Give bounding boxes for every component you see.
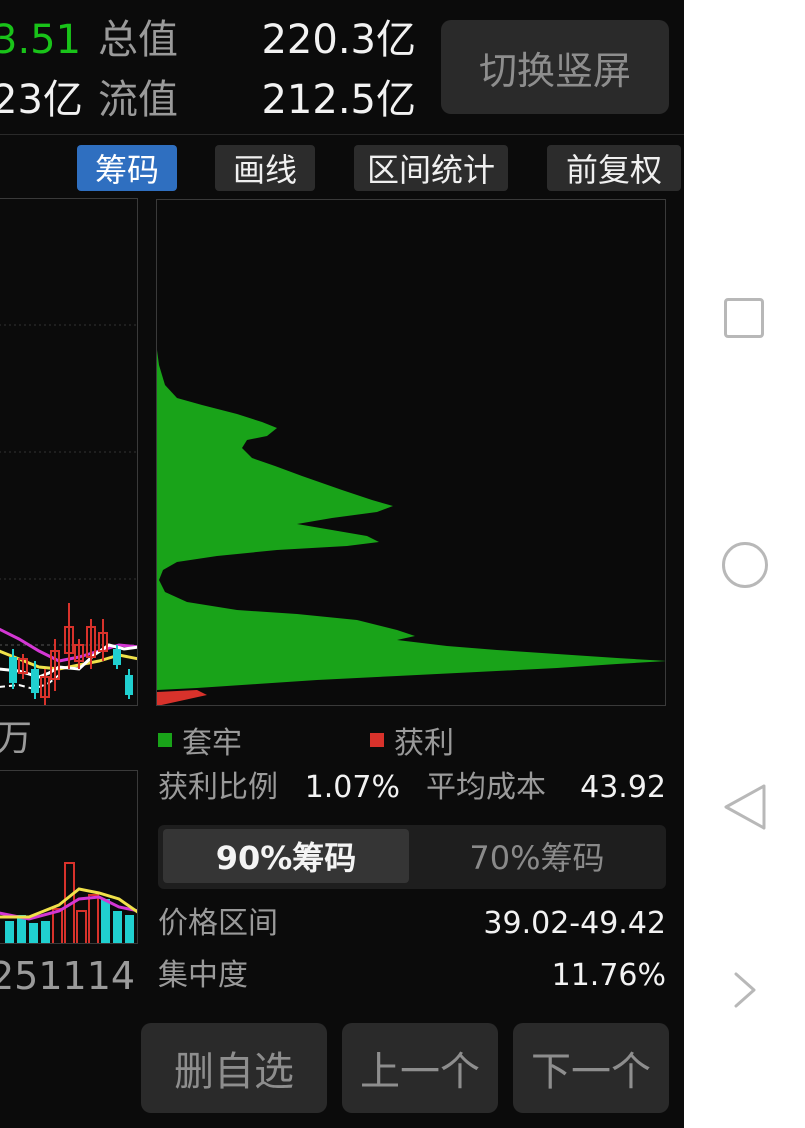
home-icon[interactable] — [722, 542, 768, 588]
amount-value: 23亿 — [0, 77, 83, 123]
profit-label: 获利 — [394, 726, 454, 761]
trapped-label: 套牢 — [182, 726, 242, 761]
legend-profit: 获利 — [370, 720, 454, 761]
avg-cost-value: 43.92 — [580, 770, 666, 805]
tab-forward-adjust[interactable]: 前复权 — [547, 145, 681, 191]
total-value-label: 总值 — [98, 17, 178, 63]
total-value: 220.3亿 — [261, 17, 416, 63]
tab-chips[interactable]: 筹码 — [77, 145, 177, 191]
back-icon[interactable] — [722, 782, 768, 832]
next-stock-button[interactable]: 下一个 — [513, 1023, 669, 1113]
price-range-label: 价格区间 — [158, 906, 278, 941]
volume-chart[interactable] — [0, 770, 138, 944]
trapped-chips-area — [157, 350, 665, 690]
trapped-color-swatch — [158, 733, 172, 747]
system-navigation-bar — [684, 0, 805, 1128]
legend-trapped: 套牢 — [158, 720, 242, 761]
chip-distribution-svg — [157, 350, 665, 705]
price-value: 3.51 — [0, 17, 82, 63]
tab-draw-line[interactable]: 画线 — [215, 145, 315, 191]
previous-stock-button[interactable]: 上一个 — [342, 1023, 498, 1113]
chip-90-button[interactable]: 90%筹码 — [163, 829, 409, 883]
candles — [9, 603, 133, 705]
profit-chips-area — [157, 690, 207, 705]
float-value-label: 流值 — [98, 77, 178, 123]
more-icon[interactable] — [730, 970, 760, 1010]
profit-ratio-label: 获利比例 — [158, 770, 278, 805]
concentration-label: 集中度 — [158, 958, 248, 993]
profit-ratio-value: 1.07% — [304, 770, 400, 805]
profit-color-swatch — [370, 733, 384, 747]
tab-range-stats[interactable]: 区间统计 — [354, 145, 508, 191]
chip-percentage-toggle: 90%筹码 70%筹码 — [158, 825, 666, 889]
delete-watchlist-button[interactable]: 删自选 — [141, 1023, 327, 1113]
kline-chart[interactable] — [0, 198, 138, 706]
chip-70-button[interactable]: 70%筹码 — [414, 829, 660, 883]
volume-unit-label: 万 — [0, 718, 33, 759]
header-divider — [0, 134, 684, 135]
recent-apps-icon[interactable] — [724, 298, 764, 338]
stock-detail-screen: 3.51 23亿 总值 流值 220.3亿 212.5亿 切换竖屏 筹码 画线 … — [0, 0, 684, 1128]
price-range-value: 39.02-49.42 — [483, 906, 666, 941]
date-label: 251114 — [0, 954, 136, 998]
chip-distribution-chart[interactable] — [156, 199, 666, 706]
avg-cost-label: 平均成本 — [426, 770, 546, 805]
volume-svg — [0, 862, 137, 943]
concentration-value: 11.76% — [551, 958, 666, 993]
switch-portrait-button[interactable]: 切换竖屏 — [441, 20, 669, 114]
float-value: 212.5亿 — [261, 77, 416, 123]
kline-svg — [0, 324, 137, 705]
